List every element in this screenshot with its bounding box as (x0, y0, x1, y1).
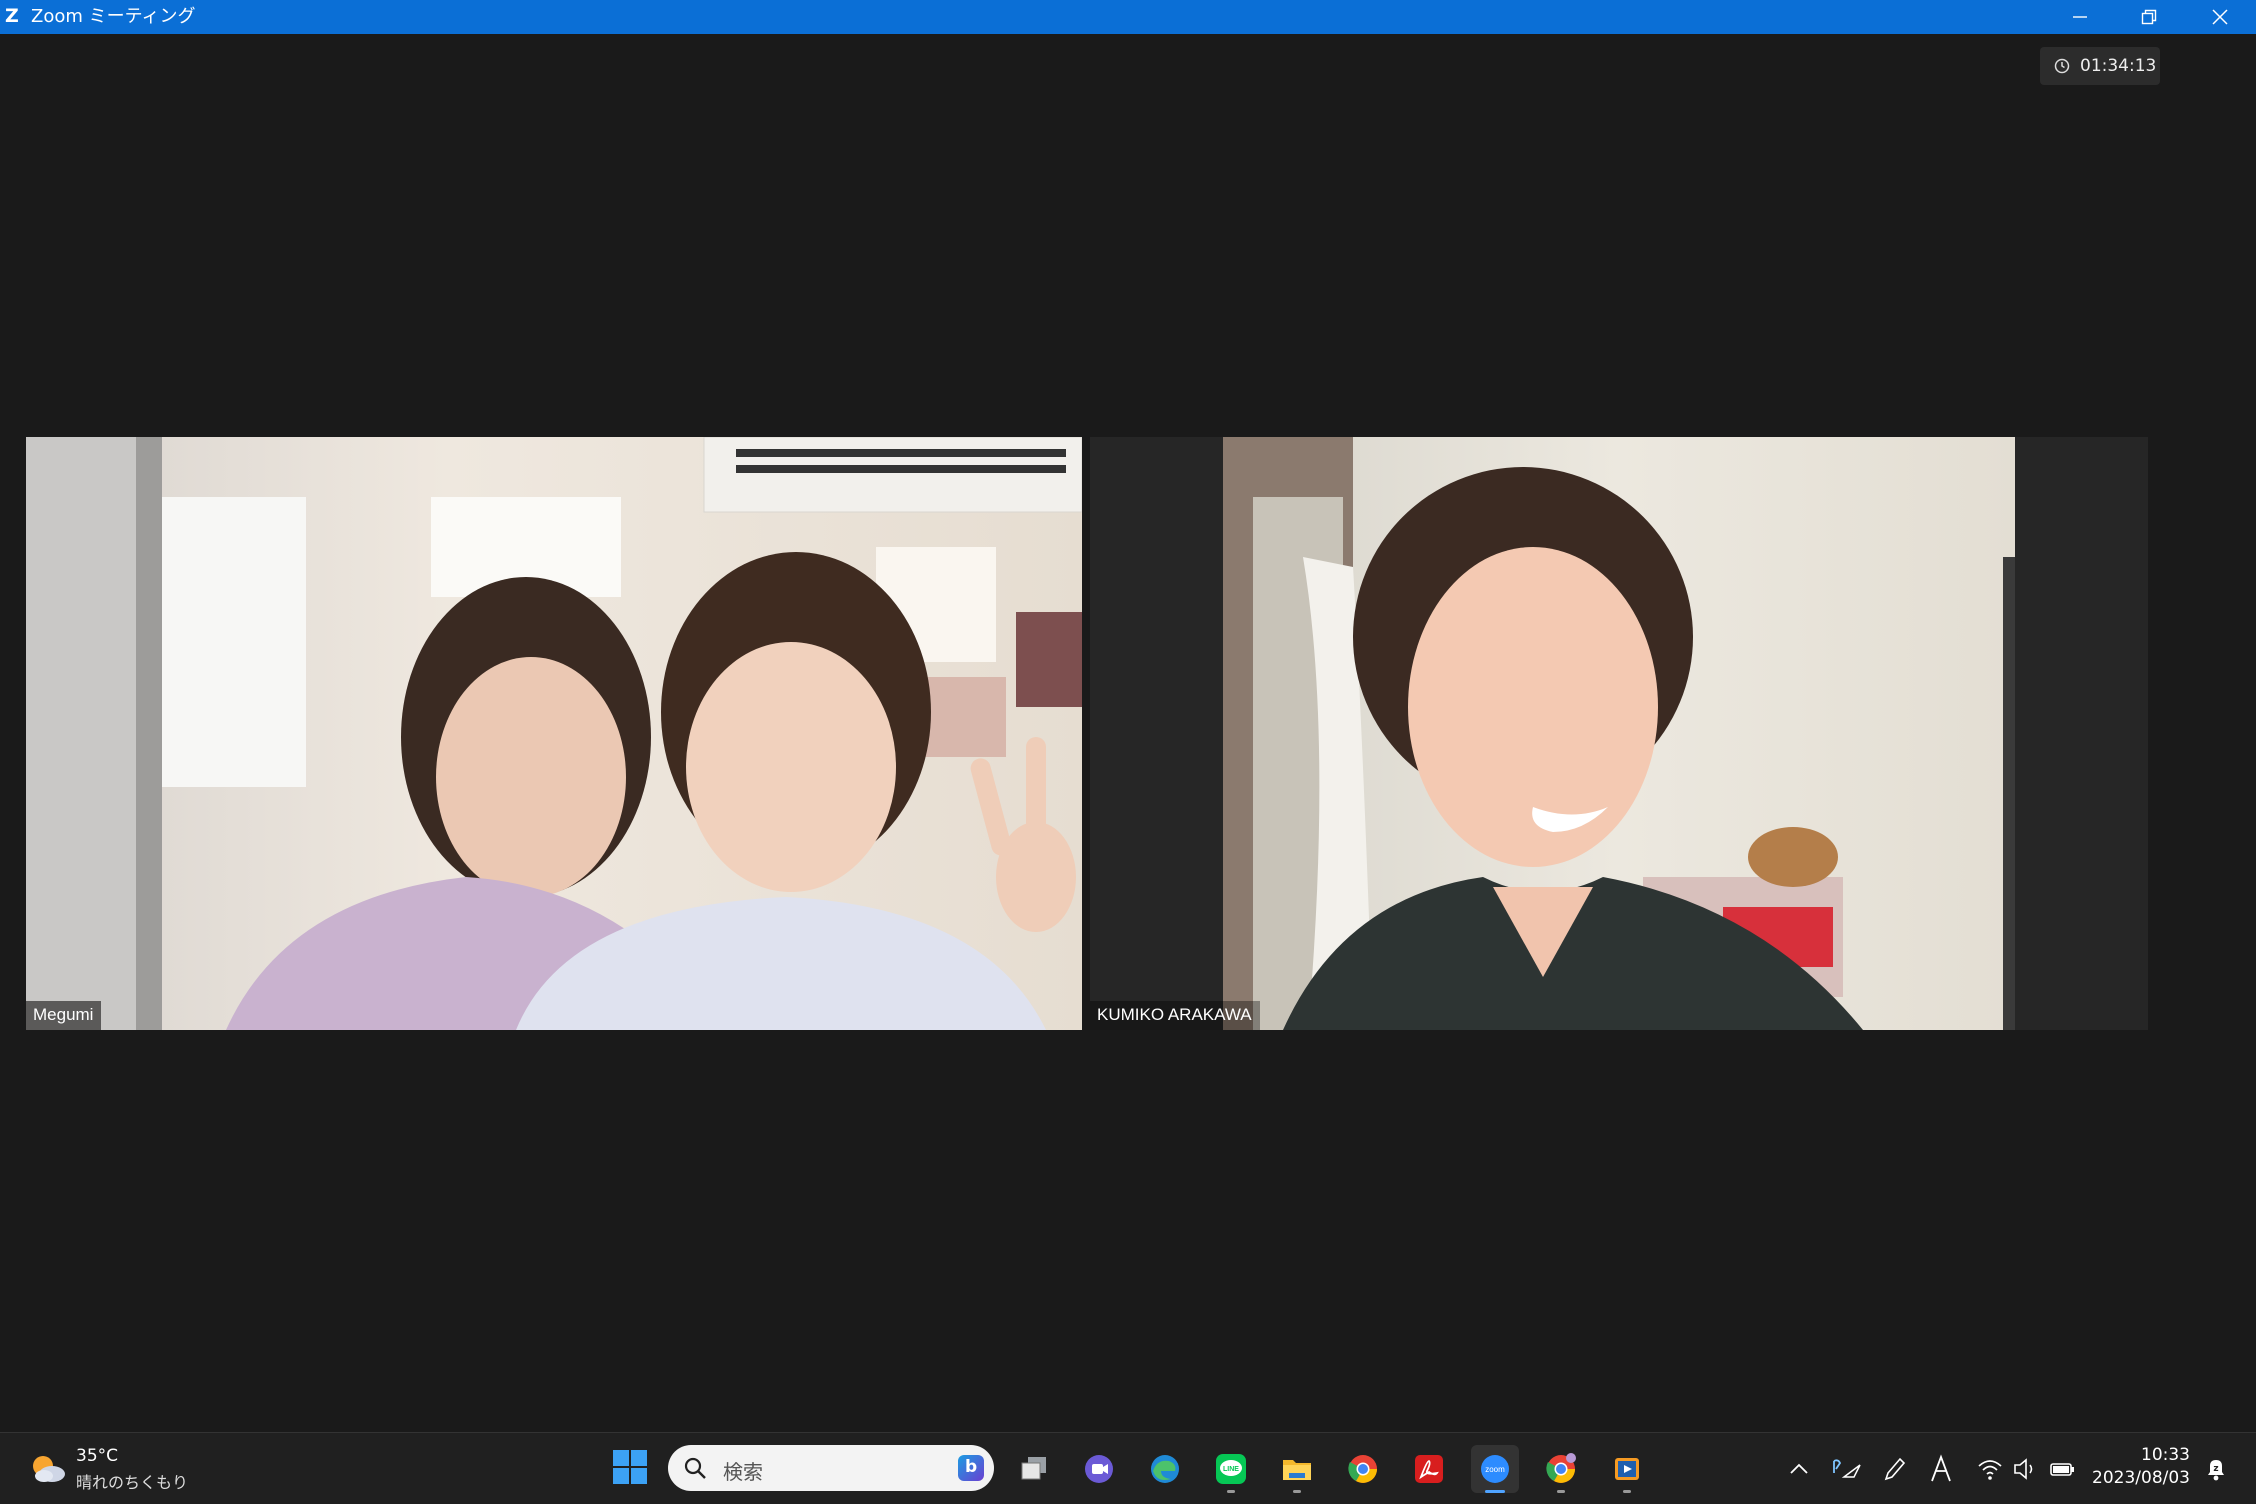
search-icon (684, 1457, 706, 1479)
weather-temperature: 35°C (76, 1446, 119, 1466)
edge-icon (1151, 1455, 1179, 1483)
chat-icon (1085, 1455, 1113, 1483)
clock-icon (2054, 58, 2070, 74)
clock-date: 2023/08/03 (2092, 1468, 2190, 1488)
taskbar-app-chrome-profile[interactable] (1537, 1445, 1585, 1493)
taskbar-app-media-player[interactable] (1603, 1445, 1651, 1493)
wifi-icon[interactable] (1976, 1453, 2004, 1485)
battery-icon[interactable] (2048, 1453, 2076, 1485)
svg-text:zoom: zoom (1485, 1465, 1505, 1474)
search-placeholder: 検索 (723, 1460, 763, 1484)
partly-cloudy-sun-icon (33, 1456, 65, 1482)
participant-name: KUMIKO ARAKAWA (1090, 1001, 1260, 1030)
taskbar-search-input[interactable]: 検索 b (668, 1445, 994, 1491)
taskbar-app-acrobat[interactable] (1405, 1445, 1453, 1493)
folder-icon (1283, 1460, 1311, 1480)
minimize-icon (2073, 16, 2087, 18)
taskbar-app-chat[interactable] (1075, 1445, 1123, 1493)
media-player-icon (1615, 1458, 1639, 1480)
close-icon (2212, 9, 2228, 25)
chevron-up-icon[interactable] (1788, 1453, 1810, 1485)
running-indicator (1227, 1490, 1235, 1493)
running-indicator (1623, 1490, 1631, 1493)
running-indicator (1293, 1490, 1301, 1493)
taskbar-app-edge[interactable] (1141, 1445, 1189, 1493)
acrobat-icon (1415, 1455, 1443, 1483)
weather-condition: 晴れのちくもり (76, 1473, 189, 1492)
restore-icon (2141, 9, 2157, 25)
chrome-icon (1348, 1455, 1377, 1483)
video-tile-megumi[interactable]: Megumi (26, 437, 1082, 1030)
minimize-button[interactable] (2045, 0, 2115, 34)
clock-time: 10:33 (2141, 1445, 2190, 1465)
chrome-icon (1546, 1453, 1576, 1483)
volume-icon[interactable] (2012, 1453, 2038, 1485)
zoom-icon: zoom (1481, 1455, 1509, 1483)
svg-text:z: z (2213, 1464, 2218, 1474)
participant-name: Megumi (26, 1001, 102, 1030)
svg-text:LINE: LINE (1223, 1466, 1239, 1473)
meeting-timer[interactable]: 01:34:13 (2040, 47, 2160, 85)
timer-text: 01:34:13 (2080, 56, 2157, 76)
pen-menu-icon[interactable] (1828, 1453, 1864, 1485)
task-view-button[interactable] (1010, 1445, 1058, 1493)
ime-mode-icon[interactable] (1928, 1453, 1954, 1485)
pen-icon[interactable] (1880, 1453, 1908, 1485)
taskbar: 35°C 晴れのちくもり 検索 b LINE zoom 10:33 2023/0… (0, 1432, 2256, 1504)
zoom-logo-icon: Z (5, 5, 19, 27)
windows-logo-icon (613, 1450, 647, 1484)
start-button[interactable] (612, 1449, 648, 1485)
taskbar-app-file-explorer[interactable] (1273, 1445, 1321, 1493)
close-button[interactable] (2185, 0, 2255, 34)
line-icon: LINE (1216, 1454, 1246, 1484)
taskbar-app-chrome[interactable] (1339, 1445, 1387, 1493)
system-clock[interactable]: 10:33 2023/08/03 (2080, 1445, 2190, 1488)
title-bar[interactable]: Z Zoom ミーティング (0, 0, 2256, 34)
taskbar-app-line[interactable]: LINE (1207, 1445, 1255, 1493)
window-title: Zoom ミーティング (31, 6, 196, 27)
participant-video (26, 437, 1082, 1030)
running-indicator (1557, 1490, 1565, 1493)
bing-icon[interactable]: b (958, 1455, 984, 1481)
restore-button[interactable] (2114, 0, 2184, 34)
active-indicator (1485, 1490, 1505, 1493)
weather-widget[interactable]: 35°C 晴れのちくもり (26, 1445, 206, 1493)
taskbar-app-zoom[interactable]: zoom (1471, 1445, 1519, 1493)
video-tile-kumiko[interactable]: KUMIKO ARAKAWA (1090, 437, 2148, 1030)
task-view-icon (1021, 1457, 1046, 1480)
participant-video (1223, 437, 2015, 1030)
notification-bell-icon[interactable]: z (2202, 1453, 2230, 1485)
